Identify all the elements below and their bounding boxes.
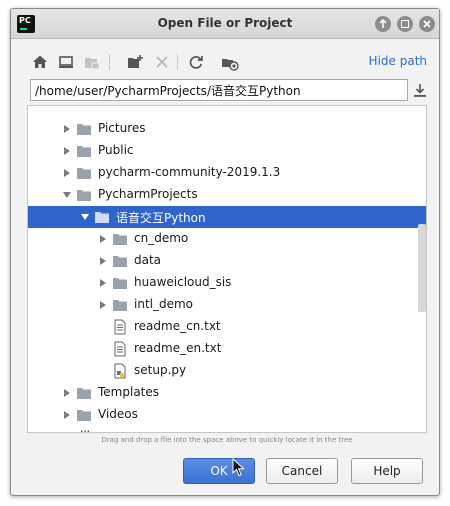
- tree-item-label: lib: [80, 429, 94, 432]
- collapsed-arrow-icon[interactable]: [62, 168, 72, 178]
- tree-item[interactable]: Public: [28, 140, 426, 162]
- tree-item-label: setup.py: [134, 363, 187, 377]
- folder-icon: [95, 212, 109, 223]
- tree-item-label: intl_demo: [134, 297, 194, 311]
- title-bar[interactable]: PC Open File or Project: [11, 9, 439, 39]
- tree-item[interactable]: Videos: [28, 404, 426, 426]
- tree-item[interactable]: readme_cn.txt: [28, 316, 426, 338]
- folder-icon: [113, 300, 127, 311]
- tree-item-label: Public: [98, 143, 134, 157]
- folder-icon: [77, 168, 91, 179]
- tree-item[interactable]: data: [28, 250, 426, 272]
- tree-item-label: PycharmProjects: [98, 187, 198, 201]
- tree-item-label: Templates: [98, 385, 160, 399]
- project-icon: [81, 51, 103, 73]
- tree-item-label: pycharm-community-2019.1.3: [98, 165, 281, 179]
- folder-icon: [113, 278, 127, 289]
- expanded-arrow-icon[interactable]: [80, 212, 90, 222]
- collapsed-arrow-icon[interactable]: [62, 410, 72, 420]
- folder-icon: [77, 410, 91, 421]
- tree-item-label: 语音交互Python: [116, 211, 206, 225]
- tree-item[interactable]: intl_demo: [28, 294, 426, 316]
- tree-item-label: readme_cn.txt: [134, 319, 221, 333]
- tree-item[interactable]: cn_demo: [28, 228, 426, 250]
- collapsed-arrow-icon[interactable]: [98, 234, 108, 244]
- tree-item-label: cn_demo: [134, 231, 189, 245]
- new-folder-icon[interactable]: [125, 51, 147, 73]
- collapsed-arrow-icon[interactable]: [98, 256, 108, 266]
- mouse-cursor-icon: [232, 458, 245, 477]
- help-button[interactable]: Help: [351, 458, 423, 484]
- desktop-icon[interactable]: [55, 51, 77, 73]
- folder-icon: [77, 124, 91, 135]
- folder-icon: [58, 429, 74, 433]
- tree-item[interactable]: readme_en.txt: [28, 338, 426, 360]
- home-icon[interactable]: [29, 51, 51, 73]
- file-tree[interactable]: Pictures Public pycharm-community-2019.1.3…: [27, 105, 427, 433]
- show-hidden-icon[interactable]: [219, 51, 241, 73]
- collapsed-arrow-icon[interactable]: [62, 146, 72, 156]
- tree-item[interactable]: lib: [28, 426, 426, 433]
- tree-item-label: readme_en.txt: [134, 341, 222, 355]
- open-file-dialog: PC Open File or Project Hide path /home/…: [10, 8, 440, 496]
- tree-item[interactable]: Pictures: [28, 118, 426, 140]
- tree-item[interactable]: pycharm-community-2019.1.3: [28, 162, 426, 184]
- tree-item-label: data: [134, 253, 162, 267]
- python-file-icon: [114, 363, 126, 379]
- tree-item[interactable]: PycharmProjects: [28, 184, 426, 206]
- text-file-icon: [114, 319, 126, 335]
- maximize-icon[interactable]: [397, 16, 413, 32]
- tree-item[interactable]: 语音交互Python: [28, 206, 426, 228]
- collapsed-arrow-icon[interactable]: [98, 278, 108, 288]
- cancel-button[interactable]: Cancel: [266, 458, 338, 484]
- collapsed-arrow-icon[interactable]: [98, 300, 108, 310]
- folder-icon: [113, 234, 127, 245]
- expanded-arrow-icon[interactable]: [62, 190, 72, 200]
- close-icon[interactable]: [419, 16, 435, 32]
- text-file-icon: [114, 341, 126, 357]
- minimize-arrow-icon[interactable]: [375, 16, 391, 32]
- drag-drop-hint: Drag and drop a file into the space abov…: [101, 436, 353, 444]
- folder-icon: [77, 388, 91, 399]
- folder-icon: [113, 256, 127, 267]
- collapsed-arrow-icon[interactable]: [62, 124, 72, 134]
- folder-icon: [77, 190, 91, 201]
- tree-item-label: Pictures: [98, 121, 146, 135]
- folder-icon: [77, 146, 91, 157]
- tree-scrollbar[interactable]: [418, 224, 426, 312]
- tree-item[interactable]: setup.py: [28, 360, 426, 382]
- hide-path-link[interactable]: Hide path: [369, 54, 427, 68]
- tree-item[interactable]: Templates: [28, 382, 426, 404]
- path-input[interactable]: [30, 79, 408, 101]
- tree-item[interactable]: huaweicloud_sis: [28, 272, 426, 294]
- download-icon[interactable]: [411, 81, 429, 99]
- collapsed-arrow-icon[interactable]: [62, 388, 72, 398]
- tree-item-label: Videos: [98, 407, 138, 421]
- collapsed-arrow-icon[interactable]: [44, 432, 54, 433]
- tree-item-label: huaweicloud_sis: [134, 275, 232, 289]
- refresh-icon[interactable]: [185, 51, 207, 73]
- delete-icon: [151, 51, 173, 73]
